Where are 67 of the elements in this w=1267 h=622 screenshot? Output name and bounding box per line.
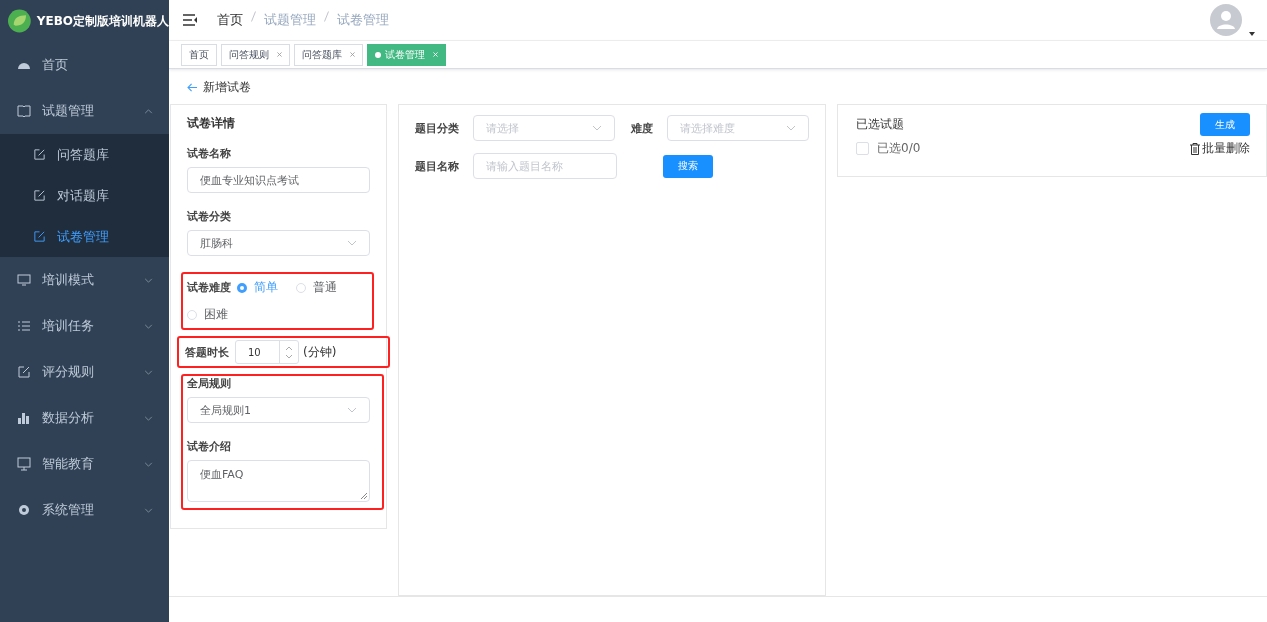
breadcrumb-item[interactable]: 首页 [217,11,243,30]
radio-option[interactable]: 普通 [296,279,337,297]
sidebar-subitem[interactable]: 对话题库 [0,175,169,216]
field-label: 题目名称 [415,158,460,174]
bars-icon [17,411,31,425]
field-label: 题目分类 [415,120,460,136]
checkbox[interactable] [856,142,869,156]
number-input[interactable]: 10 [235,340,299,365]
edit-icon [17,365,31,379]
gear-icon [17,503,31,517]
field-label: 难度 [629,120,654,136]
chevron-icon [347,407,357,414]
page-title: 新增试卷 [203,78,251,96]
input-field[interactable]: 便血专业知识点考试 [187,167,370,194]
chevron-icon [786,125,796,132]
panel-title: 已选试题 [856,116,904,134]
close-icon[interactable] [277,52,282,58]
field-label: 试卷分类 [187,209,232,225]
menu-icon[interactable] [183,14,197,27]
sidebar-item[interactable]: 首页 [0,42,169,88]
edit-icon [33,189,46,202]
down-icon[interactable] [285,353,293,359]
leaf-logo-icon [8,9,31,33]
resize-handle-icon[interactable] [361,493,367,500]
field-label: 试卷名称 [187,146,232,162]
breadcrumb-item: 试题管理 [264,11,316,30]
sidebar-item[interactable]: 试题管理 [0,88,169,134]
select-field[interactable]: 肛肠科 [187,230,370,257]
list-icon [17,319,31,333]
up-icon[interactable] [285,345,293,351]
unit-label: (分钟) [303,343,337,361]
breadcrumb-item: 试卷管理 [337,11,389,30]
close-icon[interactable] [350,52,355,58]
page-tab[interactable]: 首页 [181,43,217,66]
field-label: 全局规则 [187,376,232,392]
sidebar-item[interactable]: 数据分析 [0,395,169,441]
screen-icon [17,457,31,471]
panel-title: 试卷详情 [187,115,236,133]
edit-icon [33,148,46,161]
sidebar-item[interactable]: 系统管理 [0,487,169,533]
textarea-field[interactable]: 便血FAQ [187,460,370,503]
chevron-icon [347,240,357,247]
radio-option[interactable]: 困难 [187,306,228,324]
batch-delete-button[interactable]: 批量删除 [1190,140,1250,158]
sidebar-subitem[interactable]: 问答题库 [0,134,169,175]
page-tab[interactable]: 问答题库 [294,43,363,66]
breadcrumb-separator-icon [251,11,256,23]
sidebar-subitem[interactable]: 试卷管理 [0,216,169,257]
back-arrow-icon[interactable] [187,82,198,92]
page-tab[interactable]: 问答规则 [221,43,290,66]
sidebar-item[interactable]: 培训模式 [0,257,169,303]
avatar-icon[interactable] [1210,4,1242,37]
field-label: 答题时长 [185,344,229,360]
app-title: YEBO定制版培训机器人 [36,12,169,30]
select-field[interactable]: 全局规则1 [187,397,370,424]
caret-icon[interactable] [1249,32,1255,37]
sidebar-item[interactable]: 培训任务 [0,303,169,349]
checkbox-label: 已选0/0 [877,140,921,158]
edit-icon [33,230,46,243]
sidebar-item[interactable]: 评分规则 [0,349,169,395]
field-label: 试卷介绍 [187,439,232,455]
chevron-icon [592,125,602,132]
field-label: 试卷难度 [187,280,231,296]
breadcrumb-separator-icon [324,11,329,23]
monitor-icon [17,273,31,287]
trash-icon [1190,142,1200,155]
sidebar-item[interactable]: 智能教育 [0,441,169,487]
